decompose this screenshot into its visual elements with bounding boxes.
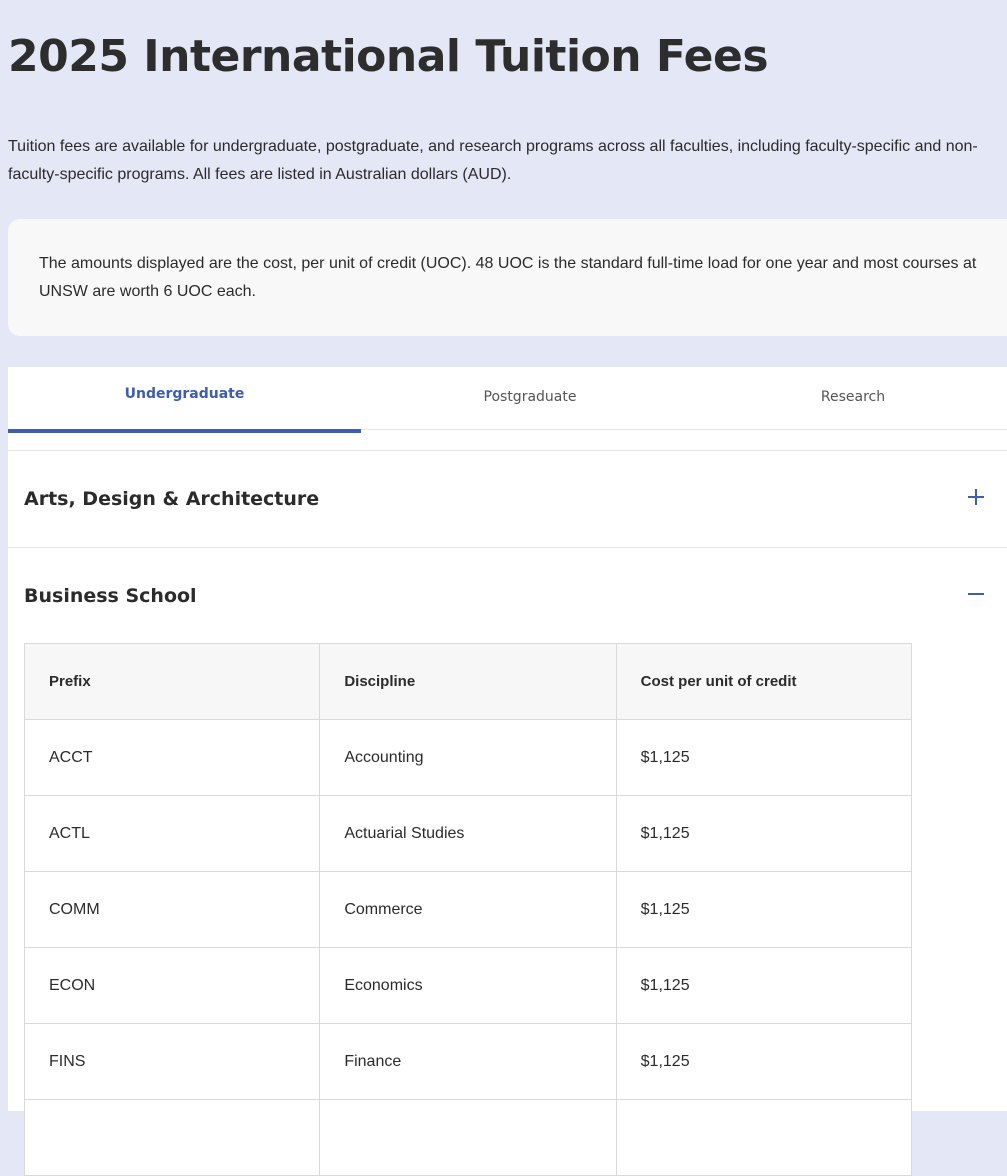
cell-cost: $1,125 (615, 719, 913, 796)
cell-discipline: Finance (319, 1023, 617, 1100)
cell-discipline: Commerce (319, 871, 617, 948)
accordion-title: Arts, Design & Architecture (24, 488, 320, 510)
accordion-business-school[interactable]: Business School (8, 547, 1007, 644)
cell-discipline: Economics (319, 947, 617, 1024)
table-row: ECON Economics $1,125 (23, 947, 913, 1024)
fees-table: Prefix Discipline Cost per unit of credi… (23, 643, 913, 1176)
cell-discipline: Accounting (319, 719, 617, 796)
cell-prefix: ACCT (23, 719, 321, 796)
table-row: ACTL Actuarial Studies $1,125 (23, 795, 913, 872)
fees-content: Undergraduate Postgraduate Research Arts… (8, 367, 1007, 1176)
header-cost: Cost per unit of credit (615, 643, 913, 720)
cell-cost: $1,125 (615, 1023, 913, 1100)
cell-prefix: COMM (23, 871, 321, 948)
table-row: ACCT Accounting $1,125 (23, 719, 913, 796)
plus-icon[interactable] (967, 488, 985, 506)
tab-undergraduate-label: Undergraduate (124, 386, 245, 402)
tab-postgraduate-label: Postgraduate (483, 389, 577, 405)
accordion-arts-design-architecture[interactable]: Arts, Design & Architecture (8, 450, 1007, 547)
accordion-title: Business School (24, 585, 197, 607)
info-box-text: The amounts displayed are the cost, per … (39, 255, 977, 300)
cell-prefix: ECON (23, 947, 321, 1024)
intro-text: Tuition fees are available for undergrad… (8, 138, 978, 183)
cell-discipline: Actuarial Studies (319, 795, 617, 872)
cell-cost: $1,125 (615, 871, 913, 948)
program-tabs: Undergraduate Postgraduate Research (8, 367, 1007, 433)
tab-undergraduate[interactable]: Undergraduate (8, 367, 361, 433)
cell-prefix: FINS (23, 1023, 321, 1100)
table-row: COMM Commerce $1,125 (23, 871, 913, 948)
cell-cost: $1,125 (615, 795, 913, 872)
tab-postgraduate[interactable]: Postgraduate (361, 367, 699, 429)
cell-cost: $1,125 (615, 947, 913, 1024)
header-prefix: Prefix (23, 643, 321, 720)
table-row: FINS Finance $1,125 (23, 1023, 913, 1100)
tab-research[interactable]: Research (699, 367, 1007, 429)
info-box: The amounts displayed are the cost, per … (8, 219, 1007, 336)
page-title: 2025 International Tuition Fees (8, 31, 769, 82)
header-discipline: Discipline (319, 643, 617, 720)
tab-research-label: Research (820, 389, 886, 405)
table-header-row: Prefix Discipline Cost per unit of credi… (23, 643, 913, 720)
minus-icon[interactable] (967, 585, 985, 603)
cell-prefix: ACTL (23, 795, 321, 872)
